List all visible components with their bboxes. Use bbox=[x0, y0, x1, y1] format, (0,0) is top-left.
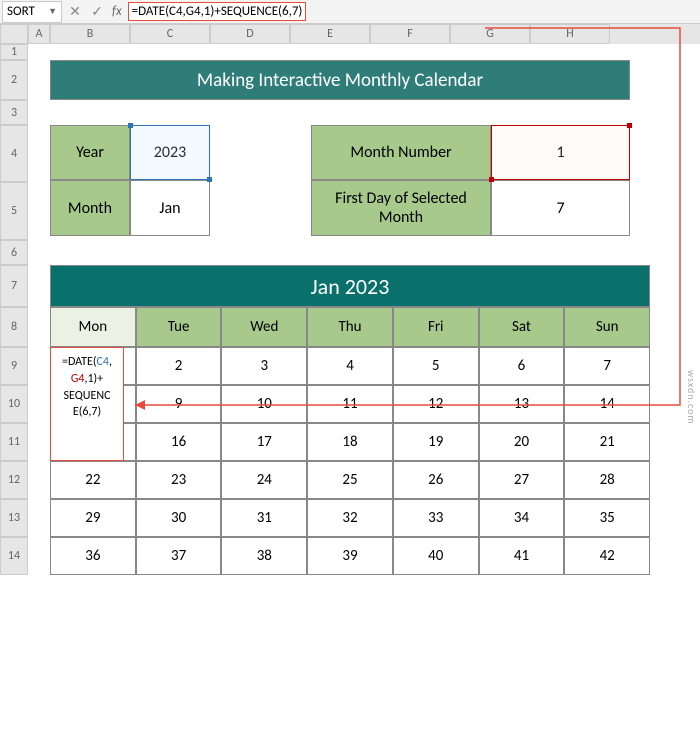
formula-bar[interactable]: =DATE(C4,G4,1)+SEQUENCE(6,7) bbox=[126, 2, 700, 21]
cal-cell[interactable]: 37 bbox=[136, 537, 222, 575]
select-all[interactable] bbox=[0, 24, 28, 44]
col-F[interactable]: F bbox=[370, 24, 450, 44]
cal-cell[interactable]: 30 bbox=[136, 499, 222, 537]
cal-cell[interactable]: 40 bbox=[393, 537, 479, 575]
cal-cell[interactable]: 2 bbox=[136, 347, 222, 385]
name-box-value: SORT bbox=[7, 4, 35, 19]
row-5[interactable]: 5 bbox=[0, 182, 28, 240]
g4-range-highlight bbox=[491, 125, 630, 180]
first-day-label: First Day of Selected Month bbox=[311, 180, 491, 236]
cal-cell[interactable]: 26 bbox=[393, 461, 479, 499]
cal-cell[interactable]: 20 bbox=[479, 423, 565, 461]
page-title: Making Interactive Monthly Calendar bbox=[50, 60, 630, 100]
cal-cell[interactable]: 38 bbox=[221, 537, 307, 575]
c4-range-highlight bbox=[130, 125, 210, 180]
cal-cell[interactable]: 19 bbox=[393, 423, 479, 461]
weekday-thu: Thu bbox=[307, 307, 393, 347]
col-B[interactable]: B bbox=[50, 24, 130, 44]
row-14[interactable]: 14 bbox=[0, 537, 28, 575]
cal-cell[interactable]: 27 bbox=[479, 461, 565, 499]
cal-cell[interactable]: 36 bbox=[50, 537, 136, 575]
cal-cell[interactable]: 28 bbox=[564, 461, 650, 499]
cal-cell[interactable]: 7 bbox=[564, 347, 650, 385]
cal-cell[interactable]: 12 bbox=[393, 385, 479, 423]
cal-cell[interactable]: 11 bbox=[307, 385, 393, 423]
col-H[interactable]: H bbox=[530, 24, 610, 44]
cal-cell[interactable]: 21 bbox=[564, 423, 650, 461]
cal-cell[interactable]: 24 bbox=[221, 461, 307, 499]
calendar-title: Jan 2023 bbox=[50, 265, 650, 307]
cal-cell[interactable]: 17 bbox=[221, 423, 307, 461]
col-A[interactable]: A bbox=[28, 24, 50, 44]
name-box[interactable]: SORT ▼ bbox=[2, 1, 62, 23]
weekday-wed: Wed bbox=[221, 307, 307, 347]
b9-formula-overlay[interactable]: =DATE(C4, G4,1)+ SEQUENC E(6,7) bbox=[50, 347, 124, 461]
cal-cell[interactable]: 16 bbox=[136, 423, 222, 461]
cal-cell[interactable]: 32 bbox=[307, 499, 393, 537]
cancel-icon[interactable]: ✕ bbox=[64, 1, 86, 23]
cal-cell[interactable]: 22 bbox=[50, 461, 136, 499]
cal-cell[interactable]: 4 bbox=[307, 347, 393, 385]
row-11[interactable]: 11 bbox=[0, 423, 28, 461]
first-day-value[interactable]: 7 bbox=[491, 180, 630, 236]
weekday-sun: Sun bbox=[564, 307, 650, 347]
row-13[interactable]: 13 bbox=[0, 499, 28, 537]
row-9[interactable]: 9 bbox=[0, 347, 28, 385]
cal-cell[interactable]: 13 bbox=[479, 385, 565, 423]
cal-cell[interactable]: 35 bbox=[564, 499, 650, 537]
cal-cell[interactable]: 14 bbox=[564, 385, 650, 423]
col-E[interactable]: E bbox=[290, 24, 370, 44]
row-3[interactable]: 3 bbox=[0, 100, 28, 125]
cal-cell[interactable]: 39 bbox=[307, 537, 393, 575]
cal-cell[interactable]: 10 bbox=[221, 385, 307, 423]
row-10[interactable]: 10 bbox=[0, 385, 28, 423]
watermark: wsxdn.com bbox=[685, 370, 698, 424]
row-1[interactable]: 1 bbox=[0, 44, 28, 60]
row-12[interactable]: 12 bbox=[0, 461, 28, 499]
cal-cell[interactable]: 6 bbox=[479, 347, 565, 385]
col-C[interactable]: C bbox=[130, 24, 210, 44]
cal-cell[interactable]: 31 bbox=[221, 499, 307, 537]
weekday-sat: Sat bbox=[479, 307, 565, 347]
calendar-grid: Mon Tue Wed Thu Fri Sat Sun 234567910111… bbox=[50, 307, 650, 575]
cal-cell[interactable]: 29 bbox=[50, 499, 136, 537]
cal-cell[interactable]: 3 bbox=[221, 347, 307, 385]
cal-cell[interactable]: 42 bbox=[564, 537, 650, 575]
cal-cell[interactable]: 25 bbox=[307, 461, 393, 499]
row-2[interactable]: 2 bbox=[0, 60, 28, 100]
row-8[interactable]: 8 bbox=[0, 307, 28, 347]
col-G[interactable]: G bbox=[450, 24, 530, 44]
enter-icon[interactable]: ✓ bbox=[86, 1, 108, 23]
year-label: Year bbox=[50, 125, 130, 180]
month-label: Month bbox=[50, 180, 130, 236]
cal-cell[interactable]: 23 bbox=[136, 461, 222, 499]
month-number-label: Month Number bbox=[311, 125, 491, 180]
cal-cell[interactable]: 5 bbox=[393, 347, 479, 385]
weekday-fri: Fri bbox=[393, 307, 479, 347]
row-4[interactable]: 4 bbox=[0, 125, 28, 182]
row-6[interactable]: 6 bbox=[0, 240, 28, 265]
weekday-tue: Tue bbox=[136, 307, 222, 347]
chevron-down-icon[interactable]: ▼ bbox=[48, 6, 57, 17]
weekday-mon: Mon bbox=[50, 307, 136, 347]
cal-cell[interactable]: 9 bbox=[136, 385, 222, 423]
cal-cell[interactable]: 18 bbox=[307, 423, 393, 461]
formula-text: =DATE(C4,G4,1)+SEQUENCE(6,7) bbox=[128, 2, 307, 21]
cal-cell[interactable]: 34 bbox=[479, 499, 565, 537]
cal-cell[interactable]: 33 bbox=[393, 499, 479, 537]
cal-cell[interactable]: 41 bbox=[479, 537, 565, 575]
fx-icon[interactable]: fx bbox=[108, 4, 126, 19]
col-D[interactable]: D bbox=[210, 24, 290, 44]
month-value[interactable]: Jan bbox=[130, 180, 210, 236]
row-7[interactable]: 7 bbox=[0, 265, 28, 307]
